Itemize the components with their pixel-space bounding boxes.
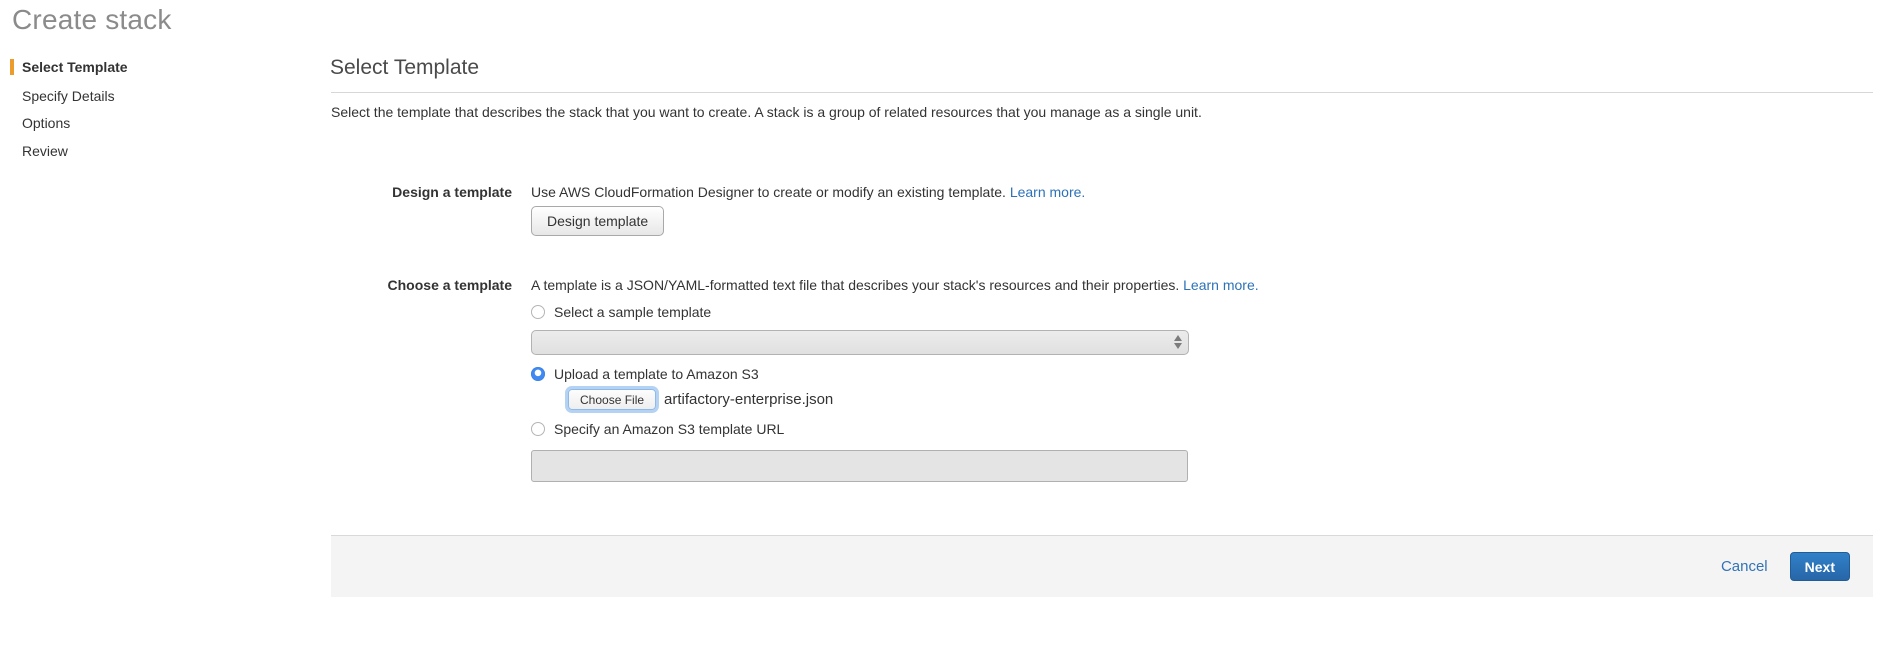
radio-selected-icon <box>531 367 545 381</box>
sidebar-item-options[interactable]: Options <box>22 115 70 131</box>
radio-sample-template-label: Select a sample template <box>554 304 711 320</box>
design-template-text-body: Use AWS CloudFormation Designer to creat… <box>531 184 1006 200</box>
choose-template-label: Choose a template <box>331 277 512 293</box>
radio-specify-s3-url[interactable]: Specify an Amazon S3 template URL <box>531 421 784 437</box>
sidebar-item-select-template[interactable]: Select Template <box>10 59 128 75</box>
create-stack-page: Create stack Select Template Specify Det… <box>0 0 1893 649</box>
choose-file-button[interactable]: Choose File <box>568 389 656 410</box>
design-template-button[interactable]: Design template <box>531 206 664 236</box>
choose-template-text: A template is a JSON/YAML-formatted text… <box>531 277 1259 293</box>
radio-select-sample-template[interactable]: Select a sample template <box>531 304 711 320</box>
section-heading: Select Template <box>330 56 479 80</box>
design-learn-more-link[interactable]: Learn more. <box>1010 184 1085 200</box>
design-template-label: Design a template <box>331 184 512 200</box>
file-upload-row: Choose File artifactory-enterprise.json <box>568 389 833 410</box>
radio-unselected-icon <box>531 422 545 436</box>
select-stepper-icon <box>1174 335 1182 349</box>
radio-upload-template-s3[interactable]: Upload a template to Amazon S3 <box>531 366 759 382</box>
sample-template-select[interactable] <box>531 330 1189 355</box>
s3-template-url-input[interactable] <box>531 450 1188 482</box>
sidebar-item-review[interactable]: Review <box>22 143 68 159</box>
cancel-button[interactable]: Cancel <box>1721 558 1768 575</box>
design-template-text: Use AWS CloudFormation Designer to creat… <box>531 184 1085 200</box>
choose-template-text-body: A template is a JSON/YAML-formatted text… <box>531 277 1179 293</box>
uploaded-file-name: artifactory-enterprise.json <box>664 391 833 408</box>
radio-unselected-icon <box>531 305 545 319</box>
heading-divider <box>331 92 1873 93</box>
section-description: Select the template that describes the s… <box>331 104 1202 120</box>
sidebar-item-specify-details[interactable]: Specify Details <box>22 88 115 104</box>
radio-upload-s3-label: Upload a template to Amazon S3 <box>554 366 759 382</box>
radio-s3-url-label: Specify an Amazon S3 template URL <box>554 421 784 437</box>
page-title: Create stack <box>12 4 172 36</box>
wizard-footer: Cancel Next <box>331 535 1873 597</box>
next-button[interactable]: Next <box>1790 552 1850 581</box>
choose-learn-more-link[interactable]: Learn more. <box>1183 277 1258 293</box>
